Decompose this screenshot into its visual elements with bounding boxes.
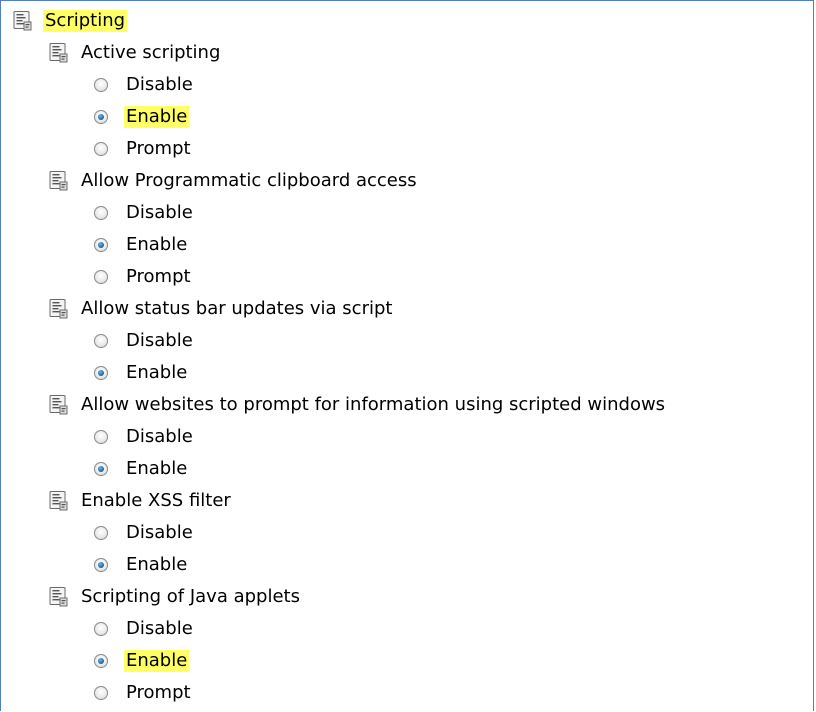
- radio-option-disable[interactable]: Disable: [93, 69, 195, 101]
- tree-node-label: Scripting: [43, 10, 128, 32]
- radio-option-enable[interactable]: Enable: [93, 645, 190, 677]
- policy-setting[interactable]: Scripting of Java applets: [47, 581, 302, 613]
- radio-selected-icon[interactable]: [94, 110, 108, 124]
- group-policy-icon: [11, 10, 43, 32]
- radio-option-label: Enable: [124, 106, 190, 128]
- radio-unselected-icon[interactable]: [94, 270, 108, 284]
- radio-option-prompt[interactable]: Prompt: [93, 261, 193, 293]
- policy-setting[interactable]: Enable XSS filter: [47, 485, 233, 517]
- radio-selected-icon[interactable]: [94, 462, 108, 476]
- radio-option-label: Enable: [124, 650, 190, 672]
- radio-option-label: Disable: [126, 74, 193, 95]
- radio-option-label: Prompt: [126, 266, 191, 287]
- group-policy-icon: [47, 170, 79, 192]
- radio-option-label: Prompt: [126, 682, 191, 703]
- policy-setting-name: Allow Programmatic clipboard access: [81, 170, 417, 191]
- radio-option-disable[interactable]: Disable: [93, 517, 195, 549]
- radio-option-label: Enable: [126, 554, 188, 575]
- group-policy-icon: [47, 394, 79, 416]
- radio-option-label: Disable: [126, 618, 193, 639]
- radio-option-disable[interactable]: Disable: [93, 197, 195, 229]
- settings-tree: Scripting Active scripting Disable Enable Pr…: [0, 0, 814, 711]
- group-policy-icon: [47, 42, 79, 64]
- radio-option-label: Disable: [126, 522, 193, 543]
- radio-unselected-icon[interactable]: [94, 622, 108, 636]
- group-policy-icon: [47, 490, 79, 512]
- radio-option-disable[interactable]: Disable: [93, 613, 195, 645]
- policy-setting-name: Enable XSS filter: [81, 490, 231, 511]
- radio-selected-icon[interactable]: [94, 238, 108, 252]
- radio-option-prompt[interactable]: Prompt: [93, 133, 193, 165]
- radio-option-enable[interactable]: Enable: [93, 357, 189, 389]
- radio-option-disable[interactable]: Disable: [93, 325, 195, 357]
- policy-setting[interactable]: Allow status bar updates via script: [47, 293, 394, 325]
- radio-selected-icon[interactable]: [94, 558, 108, 572]
- radio-option-disable[interactable]: Disable: [93, 421, 195, 453]
- radio-unselected-icon[interactable]: [94, 78, 108, 92]
- group-policy-icon: [47, 298, 79, 320]
- radio-unselected-icon[interactable]: [94, 686, 108, 700]
- radio-option-enable[interactable]: Enable: [93, 453, 189, 485]
- radio-option-label: Enable: [126, 362, 188, 383]
- radio-unselected-icon[interactable]: [94, 526, 108, 540]
- policy-setting-name: Scripting of Java applets: [81, 586, 300, 607]
- policy-setting[interactable]: Active scripting: [47, 37, 222, 69]
- radio-option-enable[interactable]: Enable: [93, 229, 189, 261]
- radio-unselected-icon[interactable]: [94, 430, 108, 444]
- radio-selected-icon[interactable]: [94, 366, 108, 380]
- policy-setting-name: Allow status bar updates via script: [81, 298, 393, 319]
- policy-setting[interactable]: Allow websites to prompt for information…: [47, 389, 667, 421]
- radio-option-label: Enable: [126, 458, 188, 479]
- radio-option-label: Disable: [126, 426, 193, 447]
- radio-unselected-icon[interactable]: [94, 142, 108, 156]
- radio-unselected-icon[interactable]: [94, 206, 108, 220]
- radio-option-label: Disable: [126, 202, 193, 223]
- radio-selected-icon[interactable]: [94, 654, 108, 668]
- radio-option-label: Disable: [126, 330, 193, 351]
- radio-unselected-icon[interactable]: [94, 334, 108, 348]
- group-policy-icon: [47, 586, 79, 608]
- radio-option-enable[interactable]: Enable: [93, 549, 189, 581]
- radio-option-label: Prompt: [126, 138, 191, 159]
- policy-setting-name: Active scripting: [81, 42, 221, 63]
- tree-node-scripting[interactable]: Scripting: [11, 5, 128, 37]
- policy-setting-name: Allow websites to prompt for information…: [81, 394, 666, 415]
- policy-setting[interactable]: Allow Programmatic clipboard access: [47, 165, 419, 197]
- radio-option-prompt[interactable]: Prompt: [93, 677, 193, 709]
- radio-option-enable[interactable]: Enable: [93, 101, 190, 133]
- radio-option-label: Enable: [126, 234, 188, 255]
